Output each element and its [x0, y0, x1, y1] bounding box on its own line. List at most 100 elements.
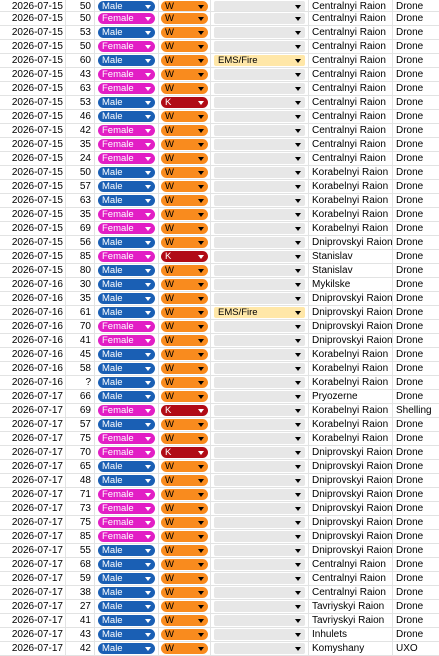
location-cell[interactable]: Dniprovskyi Raion: [309, 488, 393, 501]
location-cell[interactable]: Dniprovskyi Raion: [309, 516, 393, 529]
age-cell[interactable]: ?: [66, 376, 95, 389]
sex-dropdown[interactable]: Female: [98, 209, 155, 220]
responder-dropdown[interactable]: [214, 559, 305, 570]
responder-dropdown[interactable]: [214, 419, 305, 430]
date-cell[interactable]: 2026-07-17: [0, 586, 66, 599]
date-cell[interactable]: 2026-07-16: [0, 320, 66, 333]
age-cell[interactable]: 35: [66, 138, 95, 151]
cause-cell[interactable]: Drone: [393, 502, 439, 515]
date-cell[interactable]: 2026-07-15: [0, 82, 66, 95]
location-cell[interactable]: Centralnyi Raion: [309, 110, 393, 123]
cause-cell[interactable]: Drone: [393, 432, 439, 445]
age-cell[interactable]: 75: [66, 516, 95, 529]
age-cell[interactable]: 50: [66, 0, 95, 11]
responder-dropdown[interactable]: [214, 587, 305, 598]
date-cell[interactable]: 2026-07-17: [0, 530, 66, 543]
cause-cell[interactable]: Drone: [393, 572, 439, 585]
date-cell[interactable]: 2026-07-17: [0, 418, 66, 431]
cause-cell[interactable]: Drone: [393, 124, 439, 137]
location-cell[interactable]: Korabelnyi Raion: [309, 348, 393, 361]
cause-cell[interactable]: Drone: [393, 460, 439, 473]
location-cell[interactable]: Mykilske: [309, 278, 393, 291]
sex-dropdown[interactable]: Male: [98, 601, 155, 612]
date-cell[interactable]: 2026-07-16: [0, 376, 66, 389]
age-cell[interactable]: 69: [66, 404, 95, 417]
sex-dropdown[interactable]: Female: [98, 13, 155, 24]
location-cell[interactable]: Dniprovskyi Raion: [309, 320, 393, 333]
sex-dropdown[interactable]: Female: [98, 321, 155, 332]
category-dropdown[interactable]: W: [161, 27, 208, 38]
cause-cell[interactable]: Drone: [393, 208, 439, 221]
location-cell[interactable]: Pryozerne: [309, 390, 393, 403]
responder-dropdown[interactable]: [214, 41, 305, 52]
age-cell[interactable]: 56: [66, 236, 95, 249]
date-cell[interactable]: 2026-07-15: [0, 124, 66, 137]
category-dropdown[interactable]: W: [161, 125, 208, 136]
category-dropdown[interactable]: W: [161, 293, 208, 304]
age-cell[interactable]: 85: [66, 250, 95, 263]
category-dropdown[interactable]: W: [161, 489, 208, 500]
category-dropdown[interactable]: W: [161, 307, 208, 318]
category-dropdown[interactable]: W: [161, 167, 208, 178]
sex-dropdown[interactable]: Female: [98, 405, 155, 416]
location-cell[interactable]: Tavriyskyi Raion: [309, 600, 393, 613]
age-cell[interactable]: 57: [66, 180, 95, 193]
sex-dropdown[interactable]: Female: [98, 41, 155, 52]
age-cell[interactable]: 61: [66, 306, 95, 319]
date-cell[interactable]: 2026-07-17: [0, 558, 66, 571]
sex-dropdown[interactable]: Male: [98, 181, 155, 192]
location-cell[interactable]: Korabelnyi Raion: [309, 166, 393, 179]
age-cell[interactable]: 55: [66, 544, 95, 557]
sex-dropdown[interactable]: Female: [98, 69, 155, 80]
category-dropdown[interactable]: W: [161, 1, 208, 11]
responder-dropdown[interactable]: [214, 209, 305, 220]
cause-cell[interactable]: Drone: [393, 250, 439, 263]
date-cell[interactable]: 2026-07-17: [0, 460, 66, 473]
sex-dropdown[interactable]: Male: [98, 237, 155, 248]
category-dropdown[interactable]: W: [161, 461, 208, 472]
responder-dropdown[interactable]: [214, 363, 305, 374]
age-cell[interactable]: 43: [66, 628, 95, 641]
cause-cell[interactable]: Drone: [393, 264, 439, 277]
date-cell[interactable]: 2026-07-15: [0, 138, 66, 151]
responder-dropdown[interactable]: [214, 167, 305, 178]
age-cell[interactable]: 73: [66, 502, 95, 515]
sex-dropdown[interactable]: Female: [98, 251, 155, 262]
cause-cell[interactable]: Drone: [393, 600, 439, 613]
location-cell[interactable]: Dniprovskyi Raion: [309, 544, 393, 557]
date-cell[interactable]: 2026-07-15: [0, 152, 66, 165]
date-cell[interactable]: 2026-07-17: [0, 600, 66, 613]
responder-dropdown[interactable]: [214, 643, 305, 654]
date-cell[interactable]: 2026-07-15: [0, 166, 66, 179]
cause-cell[interactable]: Drone: [393, 82, 439, 95]
category-dropdown[interactable]: W: [161, 601, 208, 612]
date-cell[interactable]: 2026-07-16: [0, 334, 66, 347]
category-dropdown[interactable]: K: [161, 97, 208, 108]
cause-cell[interactable]: Drone: [393, 558, 439, 571]
sex-dropdown[interactable]: Female: [98, 489, 155, 500]
location-cell[interactable]: Centralnyi Raion: [309, 558, 393, 571]
category-dropdown[interactable]: W: [161, 573, 208, 584]
age-cell[interactable]: 46: [66, 110, 95, 123]
age-cell[interactable]: 71: [66, 488, 95, 501]
location-cell[interactable]: Inhulets: [309, 628, 393, 641]
date-cell[interactable]: 2026-07-17: [0, 544, 66, 557]
responder-dropdown[interactable]: [214, 1, 305, 11]
age-cell[interactable]: 68: [66, 558, 95, 571]
category-dropdown[interactable]: W: [161, 587, 208, 598]
date-cell[interactable]: 2026-07-15: [0, 0, 66, 11]
sex-dropdown[interactable]: Male: [98, 293, 155, 304]
cause-cell[interactable]: Drone: [393, 390, 439, 403]
category-dropdown[interactable]: W: [161, 475, 208, 486]
location-cell[interactable]: Centralnyi Raion: [309, 54, 393, 67]
date-cell[interactable]: 2026-07-15: [0, 40, 66, 53]
category-dropdown[interactable]: W: [161, 643, 208, 654]
sex-dropdown[interactable]: Female: [98, 335, 155, 346]
cause-cell[interactable]: Drone: [393, 376, 439, 389]
sex-dropdown[interactable]: Female: [98, 433, 155, 444]
responder-dropdown[interactable]: [214, 503, 305, 514]
cause-cell[interactable]: Drone: [393, 0, 439, 11]
date-cell[interactable]: 2026-07-17: [0, 614, 66, 627]
responder-dropdown[interactable]: [214, 629, 305, 640]
location-cell[interactable]: Dniprovskyi Raion: [309, 306, 393, 319]
